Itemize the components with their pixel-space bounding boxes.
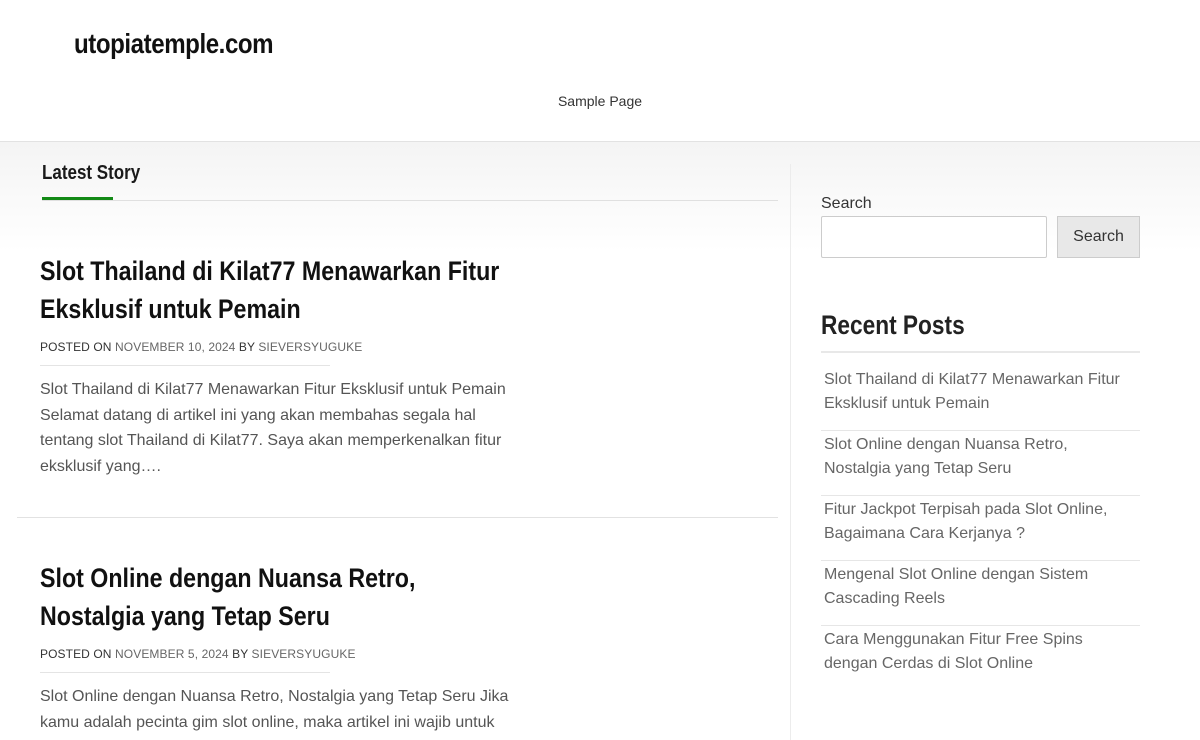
post-card: Slot Thailand di Kilat77 Menawarkan Fitu… — [40, 252, 520, 479]
main-column: Latest Story Slot Thailand di Kilat77 Me… — [0, 142, 790, 740]
column-separator — [790, 164, 791, 740]
post-excerpt: Slot Thailand di Kilat77 Menawarkan Fitu… — [40, 381, 506, 475]
nav-item-sample-page[interactable]: Sample Page — [0, 93, 1200, 109]
section-title: Latest Story — [42, 162, 141, 184]
post-card: Slot Online dengan Nuansa Retro, Nostalg… — [40, 559, 520, 735]
post-divider — [17, 517, 778, 518]
post-title-link[interactable]: Slot Thailand di Kilat77 Menawarkan Fitu… — [40, 252, 522, 328]
post-meta: POSTED ON NOVEMBER 5, 2024 BY SIEVERSYUG… — [40, 647, 520, 661]
meta-divider — [40, 672, 330, 673]
meta-divider — [40, 365, 330, 366]
recent-post-link[interactable]: Fitur Jackpot Terpisah pada Slot Online,… — [821, 496, 1140, 561]
site-title-link[interactable]: utopiatemple.com — [74, 28, 274, 60]
posted-on-label: POSTED ON — [40, 340, 112, 354]
content-area: Latest Story Slot Thailand di Kilat77 Me… — [0, 142, 1200, 740]
recent-post-link[interactable]: Cara Menggunakan Fitur Free Spins dengan… — [821, 626, 1140, 691]
by-label: BY — [232, 647, 249, 661]
posted-on-label: POSTED ON — [40, 647, 112, 661]
recent-post-link[interactable]: Slot Online dengan Nuansa Retro, Nostalg… — [821, 431, 1140, 496]
section-accent-bar — [42, 197, 113, 200]
recent-posts-title: Recent Posts — [821, 310, 965, 340]
search-label: Search — [821, 195, 872, 212]
post-excerpt: Slot Online dengan Nuansa Retro, Nostalg… — [40, 688, 509, 731]
recent-post-link[interactable]: Mengenal Slot Online dengan Sistem Casca… — [821, 561, 1140, 626]
by-label: BY — [238, 340, 255, 354]
post-author-link[interactable]: SIEVERSYUGUKE — [258, 340, 362, 354]
search-button[interactable]: Search — [1057, 216, 1140, 258]
post-meta: POSTED ON NOVEMBER 10, 2024 BY SIEVERSYU… — [40, 340, 520, 354]
post-title-link[interactable]: Slot Online dengan Nuansa Retro, Nostalg… — [40, 559, 522, 635]
recent-posts-list: Slot Thailand di Kilat77 Menawarkan Fitu… — [821, 366, 1140, 691]
site-header: utopiatemple.com Sample Page — [0, 0, 1200, 142]
recent-post-link[interactable]: Slot Thailand di Kilat77 Menawarkan Fitu… — [821, 366, 1140, 431]
section-divider — [42, 200, 778, 201]
post-date-link[interactable]: NOVEMBER 10, 2024 — [115, 340, 235, 354]
post-author-link[interactable]: SIEVERSYUGUKE — [252, 647, 356, 661]
sidebar: Search Search Recent Posts Slot Thailand… — [821, 142, 1141, 740]
post-date-link[interactable]: NOVEMBER 5, 2024 — [115, 647, 229, 661]
search-input[interactable] — [821, 216, 1047, 258]
recent-posts-divider — [821, 351, 1140, 353]
